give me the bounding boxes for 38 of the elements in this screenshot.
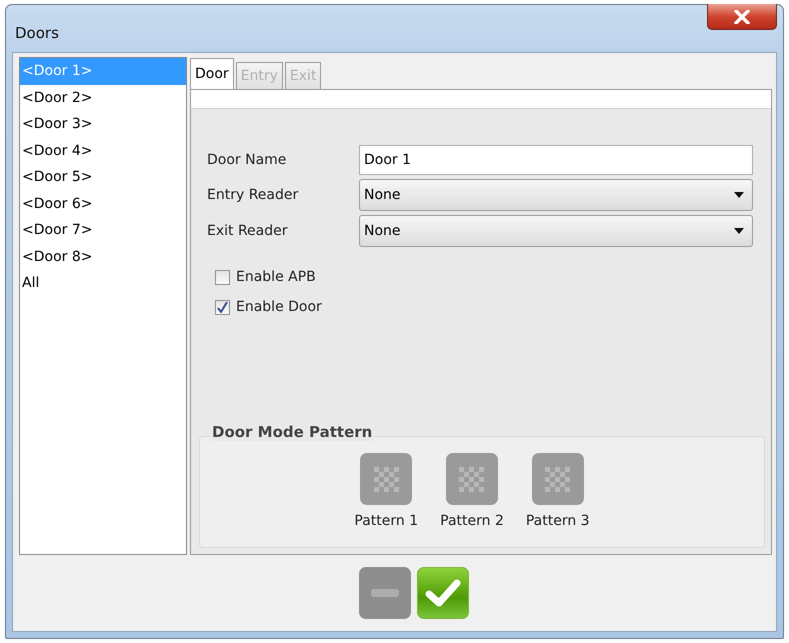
checkbox-label: Enable Door [236,299,322,315]
door-list-item[interactable]: <Door 2> [20,84,186,111]
checkbox[interactable] [215,300,230,314]
tab[interactable]: Door [190,58,234,89]
confirm-button[interactable] [416,567,468,619]
minus-icon [370,589,398,597]
checkmark-icon [424,579,460,607]
pattern-label: Pattern 3 [526,513,590,529]
reader-dropdown[interactable]: None [359,215,753,247]
pattern-button[interactable] [360,453,412,505]
checker-icon [459,466,484,492]
window-title: Doors [14,22,59,42]
checkbox[interactable] [215,270,230,284]
field-label: Entry Reader [207,187,300,203]
door-list-item[interactable]: <Door 5> [20,164,186,190]
field-label: Door Name [207,152,288,168]
close-icon [734,10,750,24]
pattern-button[interactable] [532,453,584,505]
field-label: Exit Reader [207,223,289,239]
group-title: Door Mode Pattern [210,423,374,441]
dropdown-arrow-icon [734,192,744,198]
door-list-item[interactable]: <Door 7> [20,217,186,244]
door-list-item[interactable]: <Door 8> [20,244,186,270]
door-list-item[interactable]: <Door 4> [20,138,186,164]
checker-icon [374,466,399,492]
door-list-item[interactable]: <Door 6> [20,190,186,217]
reader-dropdown[interactable]: None [359,179,753,211]
pattern-label: Pattern 1 [354,513,418,529]
door-list-item[interactable]: All [20,270,186,296]
dropdown-arrow-icon [734,228,744,234]
checker-icon [545,466,570,492]
minus-button[interactable] [358,567,410,619]
pattern-label: Pattern 2 [440,513,504,529]
checkbox-label: Enable APB [236,269,316,285]
close-button[interactable] [707,4,777,30]
pattern-button[interactable] [446,453,498,505]
door-name-field[interactable]: Door 1 [359,145,753,175]
door-list-item[interactable]: <Door 3> [20,111,186,138]
